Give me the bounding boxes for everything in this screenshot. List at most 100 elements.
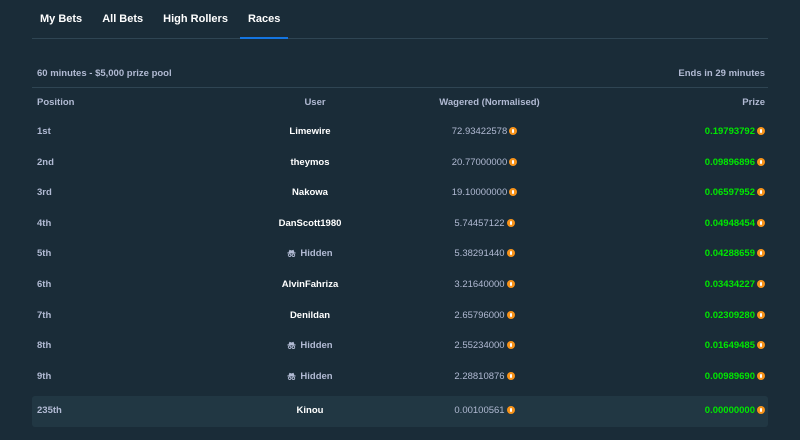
- prize-amount: 0.04948454: [704, 217, 755, 229]
- prize-cell: 0.01649485: [705, 331, 765, 361]
- wagered-cell: 2.65796000: [432, 301, 537, 331]
- table-row: 1st Limewire 72.93422578 0.19793792: [32, 117, 768, 147]
- prize-amount: 0.06597952: [704, 187, 755, 199]
- bitcoin-icon: [757, 341, 765, 350]
- column-header-wagered: Wagered (Normalised): [439, 97, 540, 108]
- wagered-cell: 5.74457122: [432, 209, 537, 239]
- wagered-cell: 19.10000000: [432, 178, 537, 208]
- wagered-cell: 2.28810876: [432, 362, 537, 392]
- bitcoin-icon: [757, 188, 765, 197]
- user-cell: theymos: [278, 148, 342, 178]
- bitcoin-icon: [506, 406, 515, 414]
- position-cell: 235th: [37, 405, 62, 416]
- bitcoin-icon: [509, 157, 518, 166]
- column-header-position: Position: [37, 97, 75, 108]
- table-row: 4th DanScott1980 5.74457122 0.04948454: [32, 209, 768, 239]
- tab-races[interactable]: Races: [239, 13, 289, 39]
- bitcoin-icon: [757, 310, 765, 319]
- bitcoin-icon: [757, 218, 765, 227]
- divider: [32, 87, 768, 88]
- wagered-amount: 5.38291440: [454, 248, 505, 260]
- prize-cell: 0.09896896: [705, 148, 765, 178]
- table-row: 8th Hidden 2.55234000 0.01649485: [32, 331, 768, 361]
- wagered-amount: 2.65796000: [454, 309, 505, 321]
- wagered-amount: 19.10000000: [451, 187, 508, 199]
- user-name[interactable]: Kinou: [297, 405, 324, 416]
- position-cell: 1st: [37, 126, 51, 137]
- prize-amount: 0.04288659: [704, 248, 755, 260]
- wagered-cell: 72.93422578: [432, 117, 537, 147]
- wagered-cell: 20.77000000: [432, 148, 537, 178]
- prize-cell: 0.00989690: [705, 362, 765, 392]
- tab-high-rollers[interactable]: High Rollers: [155, 13, 236, 38]
- incognito-icon: [287, 372, 297, 380]
- bitcoin-icon: [506, 280, 515, 288]
- position-cell: 6th: [37, 279, 52, 290]
- user-cell: AlvinFahriza: [278, 270, 342, 300]
- wagered-amount: 5.74457122: [454, 217, 505, 229]
- user-name[interactable]: DanScott1980: [279, 218, 342, 229]
- user-name: Hidden: [300, 340, 333, 352]
- prize-cell: 0.19793792: [705, 117, 765, 147]
- table-row: 3rd Nakowa 19.10000000 0.06597952: [32, 178, 768, 208]
- bitcoin-icon: [506, 218, 515, 227]
- prize-amount: 0.09896896: [704, 156, 755, 168]
- user-name: Hidden: [300, 370, 333, 382]
- table-row-current-user: 235th Kinou 0.00100561 0.00000000: [32, 396, 768, 427]
- column-header-prize: Prize: [742, 97, 765, 108]
- bitcoin-icon: [757, 371, 765, 380]
- prize-amount: 0.00000000: [704, 405, 755, 416]
- bitcoin-icon: [509, 188, 518, 197]
- user-cell: Hidden: [278, 331, 342, 361]
- tab-all-bets[interactable]: All Bets: [94, 13, 151, 38]
- bitcoin-icon: [757, 157, 765, 166]
- user-name: Hidden: [300, 248, 333, 260]
- bitcoin-icon: [757, 406, 765, 414]
- bitcoin-icon: [509, 127, 518, 135]
- incognito-icon: [287, 341, 297, 350]
- user-name[interactable]: Limewire: [289, 126, 330, 137]
- bitcoin-icon: [757, 249, 765, 258]
- wagered-amount: 0.00100561: [454, 405, 505, 416]
- prize-amount: 0.01649485: [704, 340, 755, 352]
- table-header: Position User Wagered (Normalised) Prize: [37, 97, 765, 109]
- user-cell: DanScott1980: [278, 209, 342, 239]
- race-description: 60 minutes - $5,000 prize pool: [37, 68, 172, 79]
- user-name[interactable]: Denildan: [290, 310, 330, 321]
- bets-panel: My Bets All Bets High Rollers Races 60 m…: [0, 0, 800, 440]
- wagered-amount: 72.93422578: [451, 126, 508, 137]
- wagered-cell: 3.21640000: [432, 270, 537, 300]
- user-cell: Denildan: [278, 301, 342, 331]
- user-name[interactable]: Nakowa: [292, 187, 328, 198]
- position-cell: 7th: [37, 309, 52, 321]
- position-cell: 5th: [37, 248, 52, 260]
- user-cell: Nakowa: [278, 178, 342, 208]
- prize-cell: 0.02309280: [705, 301, 765, 331]
- wagered-amount: 3.21640000: [454, 279, 505, 290]
- tab-my-bets[interactable]: My Bets: [32, 13, 90, 38]
- position-cell: 4th: [37, 217, 52, 229]
- prize-cell: 0.03434227: [705, 270, 765, 300]
- bets-tabs: My Bets All Bets High Rollers Races: [32, 0, 768, 39]
- user-name[interactable]: theymos: [290, 157, 329, 168]
- user-cell: Kinou: [278, 396, 342, 426]
- bitcoin-icon: [757, 127, 765, 135]
- user-cell: Limewire: [278, 117, 342, 147]
- race-countdown: Ends in 29 minutes: [678, 68, 765, 79]
- table-row: 6th AlvinFahriza 3.21640000 0.03434227: [32, 270, 768, 300]
- wagered-amount: 20.77000000: [451, 156, 508, 168]
- prize-cell: 0.04948454: [705, 209, 765, 239]
- race-info: 60 minutes - $5,000 prize pool Ends in 2…: [37, 68, 765, 79]
- prize-amount: 0.02309280: [704, 309, 755, 321]
- table-row: 9th Hidden 2.28810876 0.00989690: [32, 362, 768, 392]
- prize-cell: 0.06597952: [705, 178, 765, 208]
- wagered-amount: 2.28810876: [454, 370, 505, 382]
- table-row: 5th Hidden 5.38291440 0.04288659: [32, 239, 768, 269]
- wagered-cell: 0.00100561: [432, 396, 537, 426]
- wagered-cell: 2.55234000: [432, 331, 537, 361]
- user-name[interactable]: AlvinFahriza: [282, 279, 339, 290]
- incognito-icon: [287, 250, 297, 258]
- bitcoin-icon: [506, 249, 515, 258]
- position-cell: 2nd: [37, 156, 54, 168]
- position-cell: 3rd: [37, 187, 52, 199]
